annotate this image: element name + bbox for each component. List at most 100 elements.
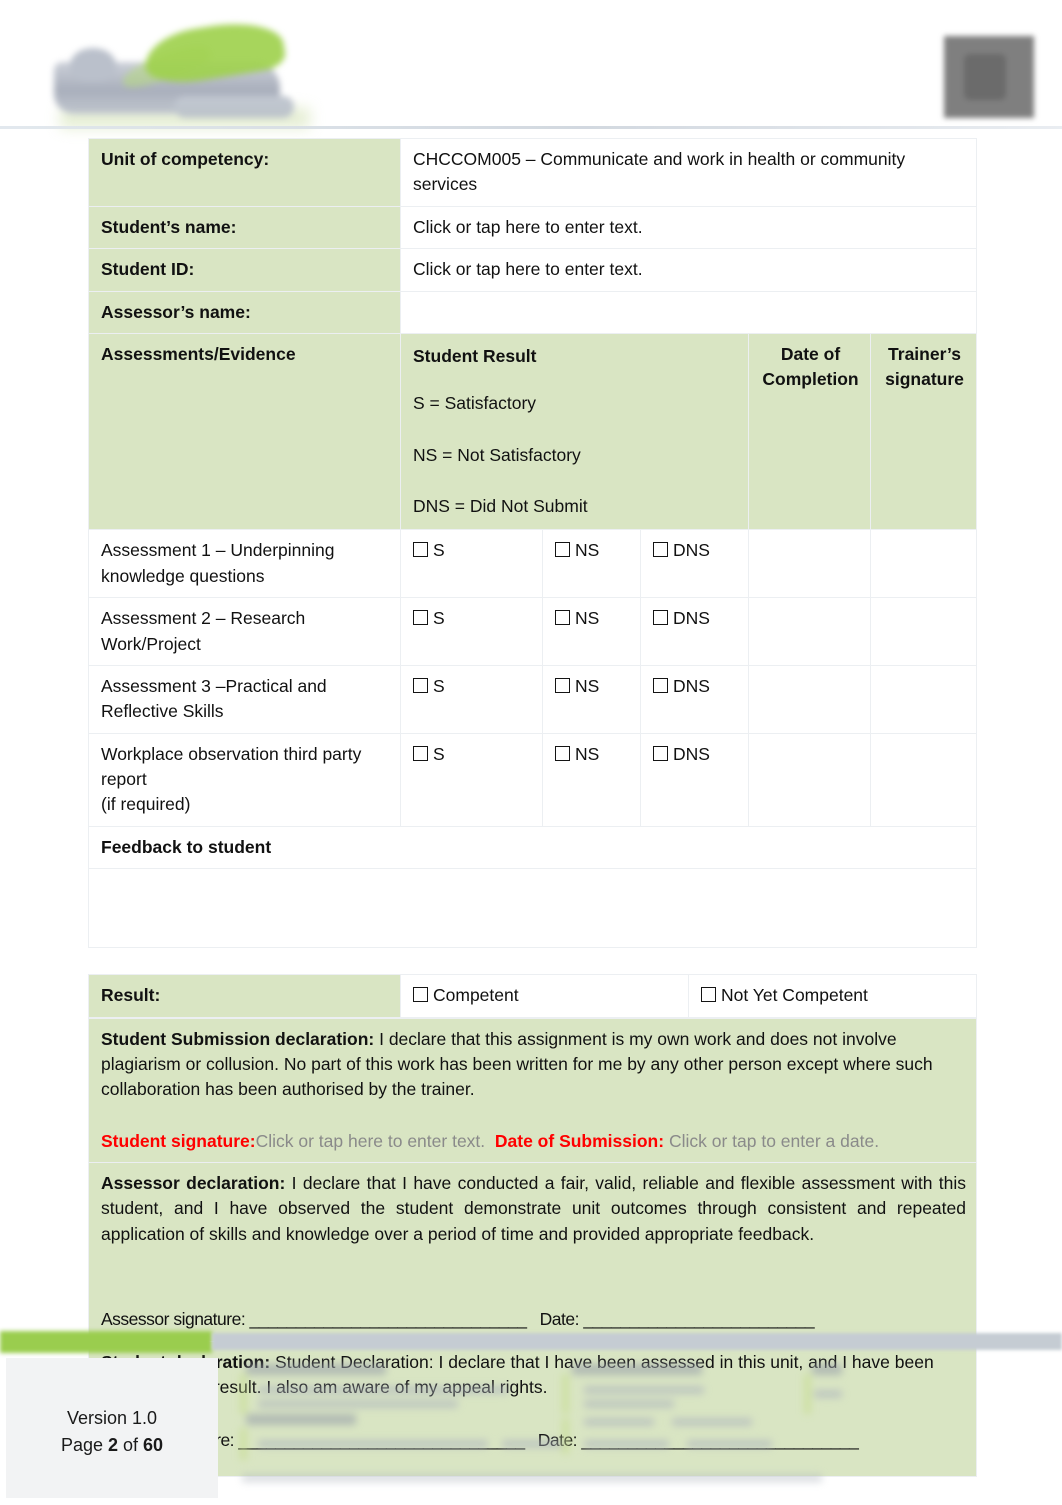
assessment-2-signature-input[interactable]: [869, 597, 978, 666]
unit-value: CHCCOM005 – Communicate and work in heal…: [399, 138, 978, 207]
secondary-logo: [944, 36, 1034, 118]
assessment-2-checkbox-dns[interactable]: DNS: [640, 597, 749, 666]
result-option-not-yet-competent[interactable]: Not Yet Competent: [688, 974, 977, 1018]
assessment-1-date-input[interactable]: [748, 529, 871, 599]
result-option-competent[interactable]: Competent: [400, 974, 689, 1018]
workplace-observation-checkbox-ns[interactable]: NS: [542, 732, 641, 827]
date-of-submission-input[interactable]: Click or tap to enter a date.: [664, 1131, 879, 1151]
table-row-student-id: Student ID: Click or tap here to enter t…: [88, 248, 978, 292]
company-logo: [48, 15, 294, 122]
footer-green-bar: [0, 1331, 212, 1353]
table-row: Assessment 2 – Research Work/Project S N…: [88, 597, 978, 666]
assessor-declaration-spacer: [101, 1247, 966, 1307]
checkbox-icon[interactable]: [653, 542, 668, 558]
checkbox-icon[interactable]: [413, 677, 428, 693]
checkbox-label: DNS: [673, 608, 710, 629]
legend-ns: NS = Not Satisfactory: [413, 444, 581, 465]
checkbox-label: S: [433, 675, 445, 696]
assessor-date-field[interactable]: Date: _________________________: [540, 1309, 815, 1329]
checkbox-label: NS: [575, 608, 600, 629]
assessment-3-label: Assessment 3 –Practical and Reflective S…: [88, 664, 401, 734]
table-row-assessor-declaration: Assessor declaration: I declare that I h…: [88, 1162, 977, 1342]
unit-label: Unit of competency:: [88, 138, 401, 207]
checkbox-icon[interactable]: [555, 745, 570, 761]
checkbox-label: DNS: [673, 675, 710, 696]
assessor-name-input[interactable]: [399, 290, 978, 334]
footer-grey-bar: [212, 1333, 1062, 1350]
legend-dns: DNS = Did Not Submit: [413, 496, 588, 516]
assessment-1-signature-input[interactable]: [869, 529, 978, 599]
assessment-3-checkbox-dns[interactable]: DNS: [640, 664, 749, 734]
checkbox-icon[interactable]: [653, 745, 668, 761]
assessor-signature-field[interactable]: Assessor signature: ____________________…: [101, 1309, 527, 1329]
assessment-table: Unit of competency: CHCCOM005 – Communic…: [87, 138, 978, 949]
assessment-3-checkbox-ns[interactable]: NS: [542, 664, 641, 734]
checkbox-icon[interactable]: [555, 610, 570, 626]
header-divider: [0, 126, 1062, 129]
footer-page-middle: of: [118, 1435, 144, 1455]
student-submission-declaration-cell: Student Submission declaration: I declar…: [88, 1017, 977, 1163]
assessor-declaration-title: Assessor declaration:: [101, 1173, 286, 1193]
student-id-label: Student ID:: [88, 248, 401, 292]
footer-page-number: Page 2 of 60: [6, 1432, 218, 1459]
footer-page-total: 60: [143, 1435, 164, 1455]
student-submission-signature-line: Student signature:Click or tap here to e…: [101, 1129, 966, 1154]
assessment-1-checkbox-ns[interactable]: NS: [542, 529, 641, 599]
assessment-3-date-input[interactable]: [748, 664, 871, 734]
assessment-1-label: Assessment 1 – Underpinning knowledge qu…: [88, 529, 401, 599]
checkbox-icon[interactable]: [701, 987, 716, 1003]
checkbox-label: NS: [575, 743, 600, 764]
result-not-yet-competent-label: Not Yet Competent: [721, 985, 868, 1006]
table-row-result-header: Assessments/Evidence Student Result S = …: [88, 332, 978, 531]
footer-version-label: Version 1.0: [66, 1408, 158, 1428]
checkbox-icon[interactable]: [653, 677, 668, 693]
workplace-observation-signature-input[interactable]: [869, 732, 978, 827]
checkbox-label: NS: [575, 675, 600, 696]
assessment-1-checkbox-dns[interactable]: DNS: [640, 529, 749, 599]
result-label: Result:: [88, 974, 401, 1018]
assessment-cover-form: Unit of competency: CHCCOM005 – Communic…: [87, 138, 978, 1477]
assessment-3-signature-input[interactable]: [869, 664, 978, 734]
table-row: Assessment 3 –Practical and Reflective S…: [88, 664, 978, 734]
workplace-observation-date-input[interactable]: [748, 732, 871, 827]
table-row-feedback-label: Feedback to student: [87, 825, 978, 870]
table-row: Assessment 1 – Underpinning knowledge qu…: [88, 529, 978, 599]
result-competent-label: Competent: [433, 985, 519, 1006]
document-page: Unit of competency: CHCCOM005 – Communic…: [0, 0, 1062, 1505]
workplace-observation-checkbox-dns[interactable]: DNS: [640, 732, 749, 827]
assessment-2-label: Assessment 2 – Research Work/Project: [88, 597, 401, 666]
checkbox-icon[interactable]: [555, 542, 570, 558]
checkbox-icon[interactable]: [413, 610, 428, 626]
assessment-3-checkbox-s[interactable]: S: [400, 664, 543, 734]
checkbox-icon[interactable]: [555, 677, 570, 693]
table-row-student-submission-declaration: Student Submission declaration: I declar…: [88, 1017, 977, 1163]
checkbox-label: DNS: [673, 743, 710, 764]
student-signature-input[interactable]: Click or tap here to enter text.: [256, 1131, 486, 1151]
workplace-observation-line2: (if required): [101, 794, 191, 815]
footer-page-current: 2: [107, 1435, 118, 1455]
assessment-2-date-input[interactable]: [748, 597, 871, 666]
assessor-declaration-cell: Assessor declaration: I declare that I h…: [88, 1162, 977, 1342]
trainer-signature-header: Trainer’s signature: [869, 332, 978, 531]
checkbox-label: NS: [575, 540, 600, 561]
checkbox-icon[interactable]: [653, 610, 668, 626]
table-row-unit: Unit of competency: CHCCOM005 – Communic…: [88, 138, 978, 207]
checkbox-label: S: [433, 608, 445, 629]
assessment-1-checkbox-s[interactable]: S: [400, 529, 543, 599]
assessment-2-checkbox-s[interactable]: S: [400, 597, 543, 666]
workplace-observation-label: Workplace observation third party report…: [88, 732, 401, 827]
assessment-2-checkbox-ns[interactable]: NS: [542, 597, 641, 666]
student-name-input[interactable]: Click or tap here to enter text.: [399, 205, 978, 250]
workplace-observation-checkbox-s[interactable]: S: [400, 732, 543, 827]
checkbox-label: S: [433, 540, 445, 561]
table-row-student-name: Student’s name: Click or tap here to ent…: [88, 205, 978, 250]
checkbox-icon[interactable]: [413, 745, 428, 761]
student-id-input[interactable]: Click or tap here to enter text.: [399, 248, 978, 292]
student-name-label: Student’s name:: [88, 205, 401, 250]
declaration-spacer: [101, 1103, 966, 1129]
checkbox-icon[interactable]: [413, 542, 428, 558]
feedback-to-student-input[interactable]: [87, 868, 978, 949]
footer-contact-block: [232, 1356, 842, 1486]
page-header: [0, 0, 1062, 132]
checkbox-icon[interactable]: [413, 987, 428, 1003]
